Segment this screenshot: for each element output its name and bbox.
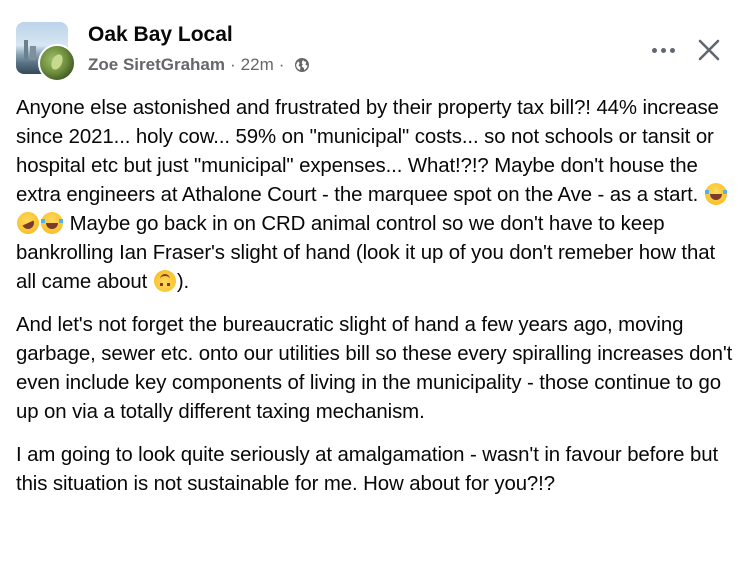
post-paragraph: And let's not forget the bureaucratic sl…	[16, 314, 733, 423]
post-text: Anyone else astonished and frustrated by…	[16, 97, 719, 206]
header-actions	[643, 32, 727, 68]
post-paragraph: Anyone else astonished and frustrated by…	[13, 94, 736, 297]
more-horizontal-icon	[660, 47, 666, 53]
group-avatar-detail	[24, 40, 28, 60]
close-button[interactable]	[691, 32, 727, 68]
author-name-link[interactable]: Zoe SiretGraham	[88, 55, 225, 75]
close-icon	[698, 39, 720, 61]
laughing-emoji-icon	[41, 212, 63, 234]
rolling-laughing-emoji-icon	[13, 208, 43, 238]
more-horizontal-icon	[669, 47, 675, 53]
post-paragraph: I am going to look quite seriously at am…	[16, 444, 719, 495]
post-card: Oak Bay Local Zoe SiretGraham · 22m · An…	[0, 0, 743, 577]
group-avatar-detail	[30, 46, 36, 60]
post-text: Maybe go back in on CRD animal control s…	[16, 213, 716, 293]
globe-icon[interactable]	[294, 57, 310, 73]
meta-separator: ·	[278, 55, 285, 74]
more-options-button[interactable]	[643, 34, 683, 66]
post-text: ).	[176, 271, 190, 293]
post-time-link[interactable]: 22m	[241, 55, 274, 75]
more-horizontal-icon	[651, 47, 657, 53]
post-header: Oak Bay Local Zoe SiretGraham · 22m ·	[16, 22, 727, 82]
avatar-stack[interactable]	[16, 22, 76, 82]
group-name-link[interactable]: Oak Bay Local	[88, 23, 233, 47]
upside-down-face-emoji-icon	[153, 270, 176, 292]
laughing-emoji-icon	[704, 183, 727, 205]
meta-separator: ·	[230, 55, 236, 74]
author-avatar[interactable]	[38, 44, 76, 82]
post-meta: Zoe SiretGraham · 22m ·	[88, 55, 310, 75]
post-body: Anyone else astonished and frustrated by…	[13, 94, 736, 513]
author-avatar-detail	[49, 52, 65, 72]
